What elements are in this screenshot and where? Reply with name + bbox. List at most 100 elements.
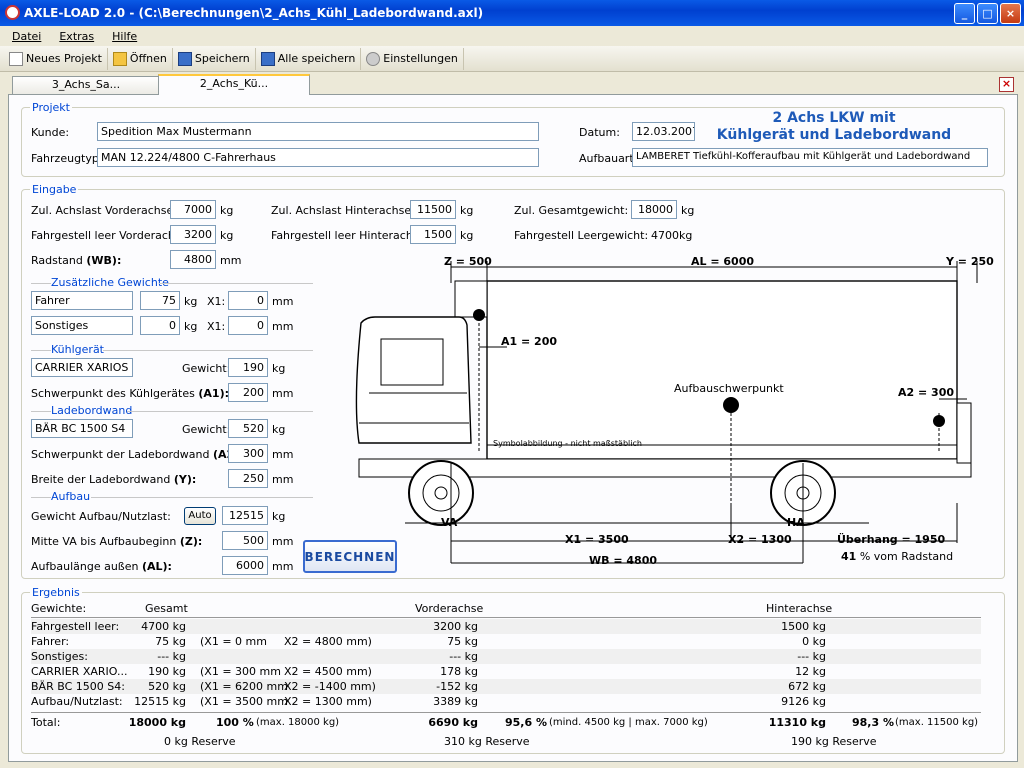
result-cell-x2: X2 = 1300 mm) <box>284 695 372 708</box>
new-file-icon <box>9 51 23 66</box>
fahrer-x1-field[interactable]: 0 <box>228 291 268 310</box>
unit-kg: kg <box>460 204 474 217</box>
result-cell-va: 3200 kg <box>433 620 478 633</box>
total-ges: 18000 kg <box>128 716 186 729</box>
zus-legend: Zusätzliche Gewichte <box>51 276 169 289</box>
result-cell-x2: X2 = 4500 mm) <box>284 665 372 678</box>
project-title: 2 Achs LKW mit Kühlgerät und Ladebordwan… <box>716 110 952 143</box>
x1-label: X1: <box>207 295 226 308</box>
fv-field[interactable]: 3200 <box>170 225 216 244</box>
lbw-name-field[interactable]: BÄR BC 1500 S4 <box>31 419 133 438</box>
unit-kg: kg <box>460 229 474 242</box>
reserve-ha: 190 kg Reserve <box>791 735 877 748</box>
radstand-pct: 41 % vom Radstand <box>841 550 954 563</box>
unit-mm: mm <box>272 295 294 308</box>
ha-field[interactable]: 11500 <box>410 200 456 219</box>
unit-kg: kg <box>184 320 198 333</box>
fahrzeugtyp-field[interactable]: MAN 12.224/4800 C-Fahrerhaus <box>97 148 539 167</box>
result-cell-ges: 4700 kg <box>141 620 186 633</box>
gear-icon <box>366 51 381 66</box>
total-ha-pct: 98,3 % <box>852 716 894 729</box>
close-tab-icon[interactable]: × <box>999 77 1014 92</box>
save-icon <box>177 51 192 66</box>
mitte-field[interactable]: 500 <box>222 531 268 550</box>
result-cell-ha: 0 kg <box>802 635 826 648</box>
settings-button[interactable]: Einstellungen <box>361 47 464 70</box>
lbw-breite-field[interactable]: 250 <box>228 469 268 488</box>
auf-weight-field[interactable]: 12515 <box>222 506 268 525</box>
kuehl-sp-field[interactable]: 200 <box>228 383 268 402</box>
auf-legend: Aufbau <box>51 490 91 503</box>
va-field[interactable]: 7000 <box>170 200 216 219</box>
lbw-weight-field[interactable]: 520 <box>228 419 268 438</box>
unit-kg: kg <box>681 204 695 217</box>
gewicht-label: Gewicht: <box>182 362 231 375</box>
sonstiges-x1-field[interactable]: 0 <box>228 316 268 335</box>
close-button[interactable]: × <box>1000 3 1021 24</box>
tab-3-achs[interactable]: 3_Achs_Sa... <box>12 76 160 94</box>
datum-field[interactable]: 12.03.2007 <box>632 122 695 141</box>
aufbauart-field[interactable]: LAMBERET Tiefkühl-Kofferaufbau mit Kühlg… <box>632 148 988 167</box>
reserve-ges: 0 kg Reserve <box>164 735 236 748</box>
unit-mm: mm <box>272 387 294 400</box>
result-cell-x2: X2 = -1400 mm) <box>284 680 376 693</box>
total-ges-pct: 100 % <box>216 716 254 729</box>
fahrer-name-field[interactable]: Fahrer <box>31 291 133 310</box>
lbw-sp-field[interactable]: 300 <box>228 444 268 463</box>
tab-2-achs[interactable]: 2_Achs_Kü... <box>158 74 310 95</box>
aufbau-cg-label: Aufbauschwerpunkt <box>674 382 784 395</box>
kuehl-weight-field[interactable]: 190 <box>228 358 268 377</box>
menu-datei[interactable]: Datei <box>12 30 41 43</box>
mitte-label: Mitte VA bis Aufbaubeginn (Z): <box>31 535 203 548</box>
result-cell-va: 3389 kg <box>433 695 478 708</box>
lbw-sp-label: Schwerpunkt der Ladebordwand (A2): <box>31 448 244 461</box>
unit-kg: kg <box>220 229 234 242</box>
result-cell-x2: X2 = 4800 mm) <box>284 635 372 648</box>
result-cell-x1: (X1 = 300 mm <box>200 665 281 678</box>
kuehl-sp-label: Schwerpunkt des Kühlgerätes (A1): <box>31 387 229 400</box>
sonstiges-name-field[interactable]: Sonstiges <box>31 316 133 335</box>
al-field[interactable]: 6000 <box>222 556 268 575</box>
kunde-field[interactable]: Spedition Max Mustermann <box>97 122 539 141</box>
unit-mm: mm <box>272 473 294 486</box>
va-label: Zul. Achslast Vorderachse: <box>31 204 177 217</box>
total-va-max: (mind. 4500 kg | max. 7000 kg) <box>549 717 708 728</box>
dim-x2: X2 = 1300 <box>728 533 792 546</box>
al-label: Aufbaulänge außen (AL): <box>31 560 172 573</box>
auf-weight-label: Gewicht Aufbau/Nutzlast: <box>31 510 171 523</box>
unit-kg: kg <box>272 423 286 436</box>
projekt-legend: Projekt <box>30 101 72 114</box>
fahrer-weight-field[interactable]: 75 <box>140 291 180 310</box>
fh-field[interactable]: 1500 <box>410 225 456 244</box>
dim-y: Y = 250 <box>946 255 994 268</box>
menu-hilfe[interactable]: Hilfe <box>112 30 137 43</box>
rs-field[interactable]: 4800 <box>170 250 216 269</box>
cg-marker-aufbau <box>723 397 739 413</box>
maximize-button[interactable]: □ <box>977 3 998 24</box>
sonstiges-weight-field[interactable]: 0 <box>140 316 180 335</box>
unit-mm: mm <box>272 448 294 461</box>
auto-button[interactable]: Auto <box>184 507 216 525</box>
unit-kg: kg <box>220 204 234 217</box>
header-ha: Hinterachse <box>766 602 833 615</box>
result-cell-va: -152 kg <box>436 680 478 693</box>
minimize-button[interactable]: _ <box>954 3 975 24</box>
truck-diagram <box>355 261 978 564</box>
unit-mm: mm <box>272 535 294 548</box>
result-cell-ha: 1500 kg <box>781 620 826 633</box>
new-project-button[interactable]: Neues Projekt <box>4 47 108 70</box>
menu-extras[interactable]: Extras <box>59 30 94 43</box>
result-cell-ges: 190 kg <box>148 665 186 678</box>
result-cell-ha: --- kg <box>797 650 826 663</box>
cg-marker-kuehl <box>473 309 485 321</box>
kuehl-legend: Kühlgerät <box>51 343 104 356</box>
gewicht-label: Gewicht: <box>182 423 231 436</box>
open-button[interactable]: Öffnen <box>108 47 173 70</box>
kuehl-name-field[interactable]: CARRIER XARIOS <box>31 358 133 377</box>
dim-a1: A1 = 200 <box>501 335 558 348</box>
divider <box>31 497 51 498</box>
gg-field[interactable]: 18000 <box>631 200 677 219</box>
save-all-button[interactable]: Alle speichern <box>256 47 362 70</box>
divider <box>31 411 51 412</box>
save-button[interactable]: Speichern <box>173 47 256 70</box>
